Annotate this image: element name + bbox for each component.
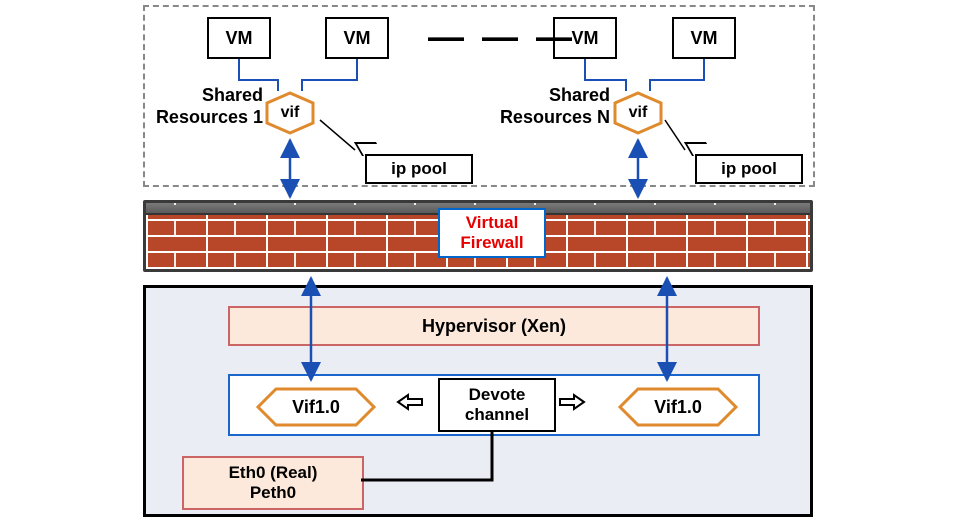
devote-line: channel	[465, 405, 529, 425]
eth0-box: Eth0 (Real) Peth0	[182, 456, 364, 510]
virtual-firewall-label: Virtual Firewall	[438, 208, 546, 258]
ippool-right: ip pool	[695, 154, 803, 184]
ippool-left: ip pool	[365, 154, 473, 184]
channel-container: Vif1.0 Devote channel Vif1.0	[228, 374, 760, 436]
shared-line: Resources N	[488, 107, 610, 129]
ippool-label: ip pool	[391, 159, 447, 179]
devote-channel-box: Devote channel	[438, 378, 556, 432]
firewall-wall: Virtual Firewall	[143, 200, 813, 272]
shared-resources-1-label: Shared Resources 1	[145, 85, 263, 128]
hollow-arrow-right-icon	[558, 393, 586, 411]
vm-box-4: VM	[672, 17, 736, 59]
shared-line: Shared	[145, 85, 263, 107]
vif10-left: Vif1.0	[256, 387, 376, 427]
shared-resources-n-label: Shared Resources N	[488, 85, 610, 128]
vm-label: VM	[691, 28, 718, 49]
vfw-line: Firewall	[460, 233, 523, 253]
vif10-right: Vif1.0	[618, 387, 738, 427]
vif-label: vif	[629, 104, 648, 122]
hollow-arrow-left-icon	[396, 393, 424, 411]
devote-line: Devote	[469, 385, 526, 405]
vif10-label: Vif1.0	[654, 397, 702, 418]
hypervisor-label: Hypervisor (Xen)	[422, 316, 566, 337]
vif-hex-left: vif	[263, 91, 317, 135]
eth-line: Peth0	[250, 483, 296, 503]
shared-line: Shared	[488, 85, 610, 107]
ellipsis-dashes: — — —	[428, 16, 576, 58]
vif-label: vif	[281, 104, 300, 122]
vm-box-2: VM	[325, 17, 389, 59]
shared-line: Resources 1	[145, 107, 263, 129]
vfw-line: Virtual	[466, 213, 519, 233]
vm-label: VM	[226, 28, 253, 49]
host-container: Hypervisor (Xen) Vif1.0 Devote channel V…	[143, 285, 813, 517]
vif-hex-right: vif	[611, 91, 665, 135]
vm-label: VM	[344, 28, 371, 49]
hypervisor-box: Hypervisor (Xen)	[228, 306, 760, 346]
vif10-label: Vif1.0	[292, 397, 340, 418]
vm-box-1: VM	[207, 17, 271, 59]
ippool-label: ip pool	[721, 159, 777, 179]
eth-line: Eth0 (Real)	[229, 463, 318, 483]
